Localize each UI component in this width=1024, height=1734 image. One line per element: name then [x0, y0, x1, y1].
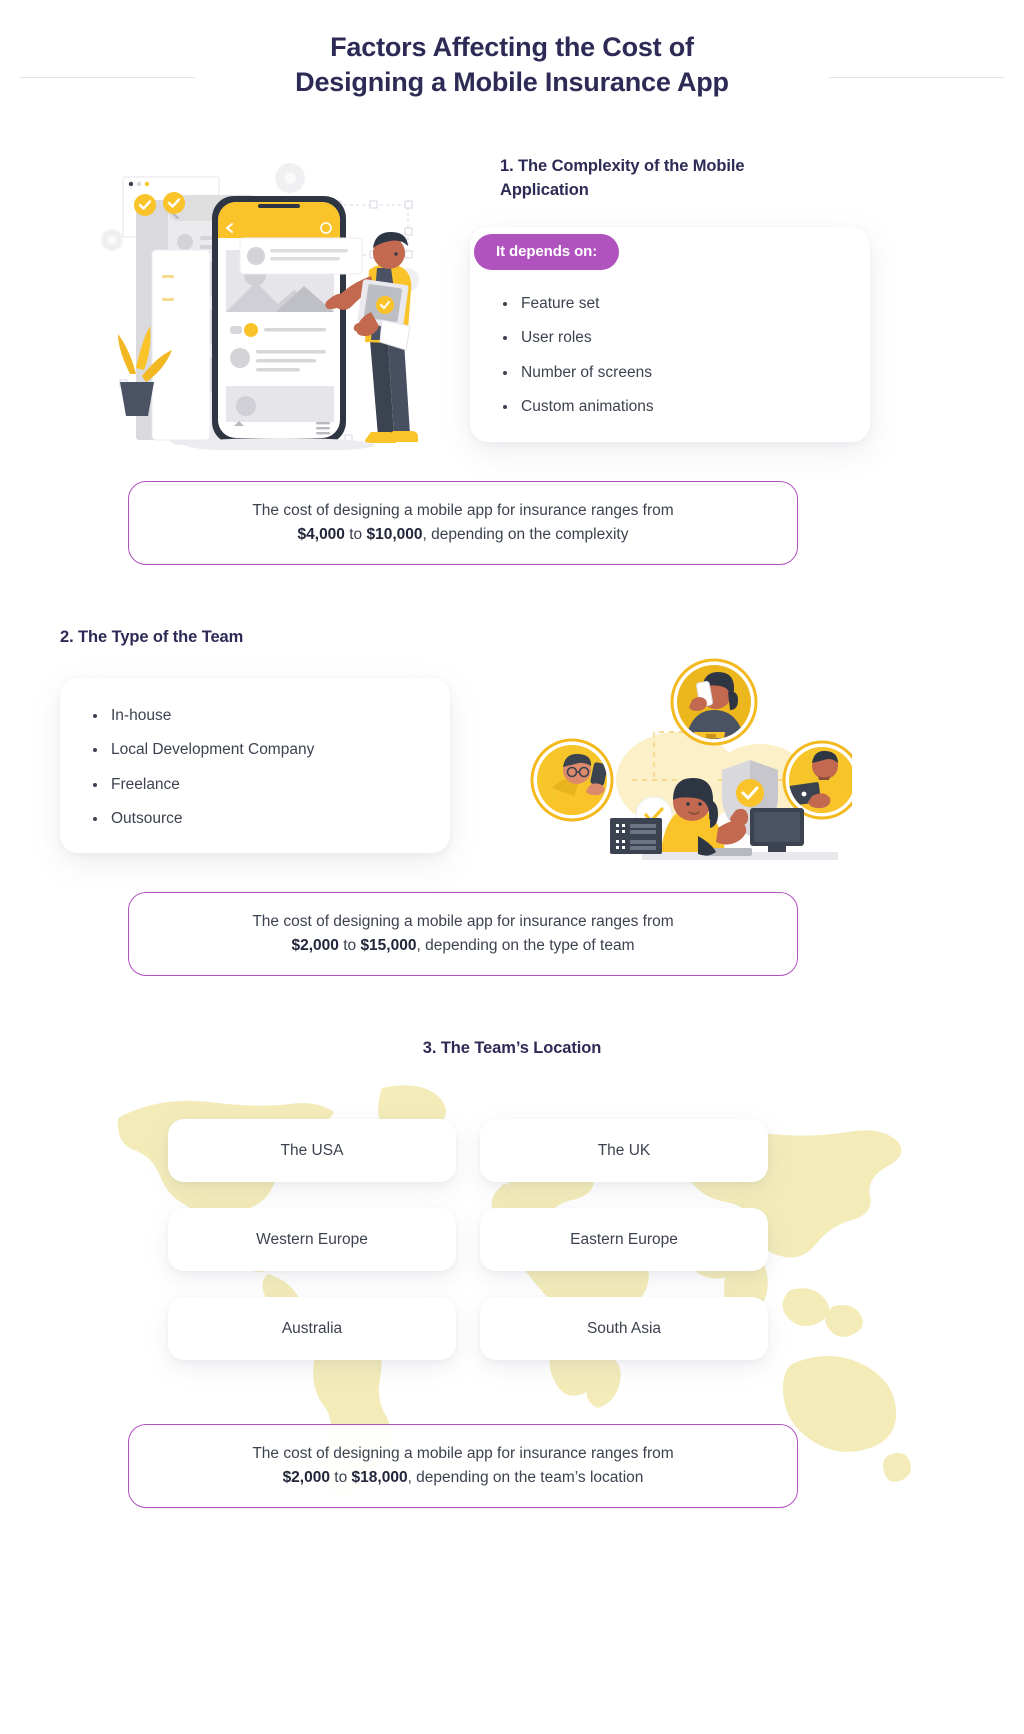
location-card[interactable]: South Asia	[480, 1297, 768, 1360]
section-3-cost-text: The cost of designing a mobile app for i…	[212, 1442, 713, 1490]
illustration-mobile-app-complexity	[90, 150, 420, 450]
cost-amount-high: $15,000	[360, 937, 417, 954]
list-item: User roles	[500, 327, 654, 349]
list-item: Outsource	[90, 808, 314, 830]
location-card[interactable]: Western Europe	[168, 1208, 456, 1271]
location-card[interactable]: Australia	[168, 1297, 456, 1360]
infographic-page: Factors Affecting the Cost of Designing …	[0, 0, 1024, 1734]
cost-tail: , depending on the type of team	[416, 937, 635, 954]
section-2-heading: 2. The Type of the Team	[60, 628, 244, 646]
section-1-cost-text: The cost of designing a mobile app for i…	[212, 499, 713, 547]
section-2-cost-text: The cost of designing a mobile app for i…	[212, 910, 713, 958]
page-title: Factors Affecting the Cost of Designing …	[295, 30, 729, 99]
section-1-heading: 1. The Complexity of the Mobile Applicat…	[500, 157, 745, 199]
cost-amount-low: $2,000	[282, 1469, 330, 1486]
list-item: Local Development Company	[90, 739, 314, 761]
illustration-team-types	[492, 630, 852, 860]
cost-amount-high: $18,000	[351, 1469, 408, 1486]
cost-tail: , depending on the team’s location	[407, 1469, 644, 1486]
section-2-bullet-list: In-house Local Development Company Freel…	[90, 705, 314, 831]
locations-grid: The USA The UK Western Europe Eastern Eu…	[168, 1119, 768, 1360]
list-item: Freelance	[90, 774, 314, 796]
section-1-cost-callout: The cost of designing a mobile app for i…	[128, 481, 798, 565]
cost-tail: , depending on the complexity	[422, 526, 629, 543]
section-1-bullet-list: Feature set User roles Number of screens…	[500, 293, 654, 419]
list-item: Number of screens	[500, 362, 654, 384]
section-3-heading: 3. The Team’s Location	[422, 1039, 602, 1057]
location-card[interactable]: Eastern Europe	[480, 1208, 768, 1271]
list-item: Feature set	[500, 293, 654, 315]
header-rule-right	[829, 77, 1004, 78]
cost-amount-low: $2,000	[291, 937, 339, 954]
cost-joiner: to	[344, 526, 367, 543]
location-card[interactable]: The USA	[168, 1119, 456, 1182]
section-2-cost-callout: The cost of designing a mobile app for i…	[128, 892, 798, 976]
list-item: In-house	[90, 705, 314, 727]
cost-joiner: to	[338, 937, 361, 954]
page-title-line-1: Factors Affecting the Cost of	[330, 32, 694, 63]
header-rule-left	[20, 77, 195, 78]
list-item: Custom animations	[500, 396, 654, 418]
section-3-cost-callout: The cost of designing a mobile app for i…	[128, 1424, 798, 1508]
cost-line-1: The cost of designing a mobile app for i…	[252, 1444, 674, 1462]
location-card[interactable]: The UK	[480, 1119, 768, 1182]
cost-amount-high: $10,000	[366, 526, 423, 543]
page-header: Factors Affecting the Cost of Designing …	[0, 0, 1024, 130]
cost-joiner: to	[329, 1469, 352, 1486]
page-title-line-2: Designing a Mobile Insurance App	[295, 67, 729, 97]
it-depends-on-badge: It depends on:	[474, 234, 620, 270]
section-1-badge-wrap: It depends on:	[474, 234, 620, 270]
cost-line-1: The cost of designing a mobile app for i…	[252, 501, 674, 519]
cost-amount-low: $4,000	[297, 526, 345, 543]
cost-line-1: The cost of designing a mobile app for i…	[252, 912, 674, 930]
